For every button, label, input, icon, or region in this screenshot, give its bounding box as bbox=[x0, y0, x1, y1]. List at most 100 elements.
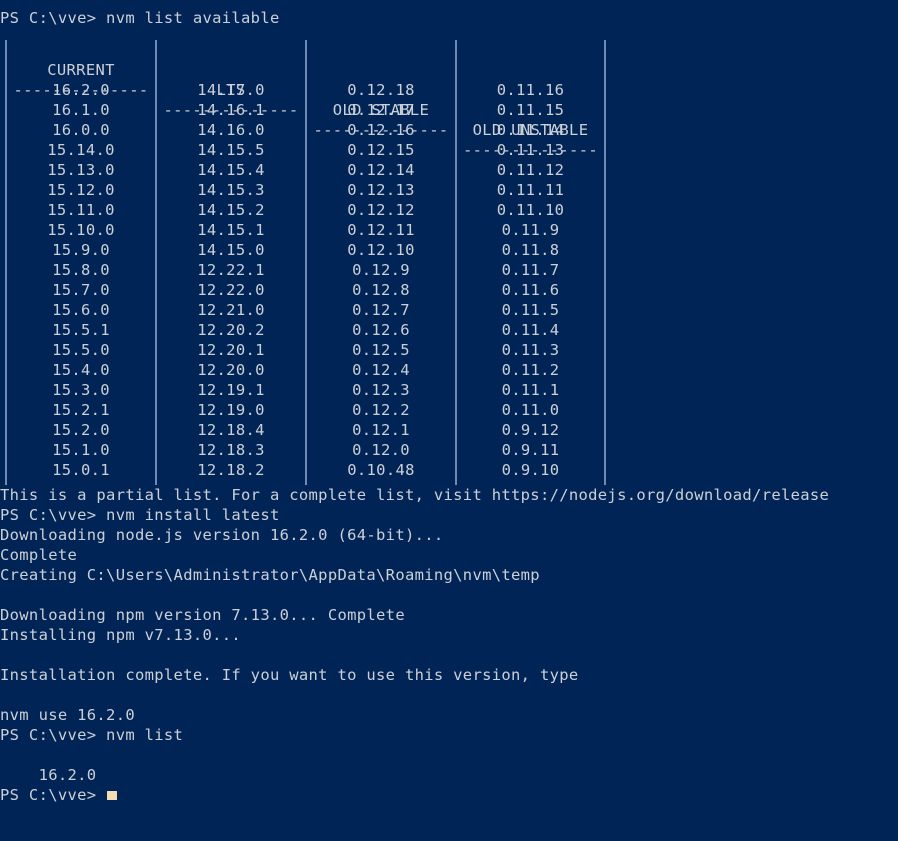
table-row: 16.0.0 14.16.0 0.12.16 0.11.14 bbox=[0, 120, 898, 140]
table-cell: 12.22.0 bbox=[197, 281, 265, 299]
table-cell: 14.15.2 bbox=[197, 201, 265, 219]
text-cursor bbox=[107, 791, 118, 800]
table-cell: 15.3.0 bbox=[52, 381, 110, 399]
table-cell: 12.22.1 bbox=[197, 261, 265, 279]
table-row: 15.2.1 12.19.0 0.12.2 0.11.0 bbox=[0, 400, 898, 420]
table-cell: 16.1.0 bbox=[52, 101, 110, 119]
table-cell: 12.19.1 bbox=[197, 381, 265, 399]
table-cell: 0.12.7 bbox=[352, 301, 410, 319]
table-row: 15.7.0 12.22.0 0.12.8 0.11.6 bbox=[0, 280, 898, 300]
table-cell: 0.12.8 bbox=[352, 281, 410, 299]
powershell-terminal[interactable]: PS C:\vve> nvm list available CURRENT LT… bbox=[0, 0, 898, 841]
table-row: 15.9.0 14.15.0 0.12.10 0.11.8 bbox=[0, 240, 898, 260]
table-row: 15.11.0 14.15.2 0.12.12 0.11.10 bbox=[0, 200, 898, 220]
table-cell: 0.9.12 bbox=[501, 421, 560, 439]
table-cell: 14.16.0 bbox=[197, 121, 265, 139]
table-cell: 0.12.1 bbox=[352, 421, 410, 439]
table-cell: 12.20.2 bbox=[197, 321, 265, 339]
table-cell: 15.13.0 bbox=[47, 161, 115, 179]
table-cell: 0.11.5 bbox=[501, 301, 560, 319]
table-cell: 0.12.12 bbox=[347, 201, 415, 219]
table-cell: 0.12.3 bbox=[352, 381, 410, 399]
table-cell: 0.9.10 bbox=[501, 461, 560, 479]
top-spacer bbox=[0, 0, 898, 8]
table-cell: 14.15.5 bbox=[197, 141, 265, 159]
table-cell: 15.6.0 bbox=[52, 301, 110, 319]
table-cell: 0.12.5 bbox=[352, 341, 410, 359]
table-row: 15.8.0 12.22.1 0.12.9 0.11.7 bbox=[0, 260, 898, 280]
downloading-node-line: Downloading node.js version 16.2.0 (64-b… bbox=[0, 526, 444, 544]
table-cell: 0.12.4 bbox=[352, 361, 410, 379]
table-cell: 0.11.7 bbox=[501, 261, 560, 279]
downloading-npm-line: Downloading npm version 7.13.0... Comple… bbox=[0, 606, 405, 624]
command-line-nvm-install: PS C:\vve> nvm install latest bbox=[0, 506, 280, 524]
table-cell: 0.11.14 bbox=[496, 121, 565, 139]
table-row: 15.5.0 12.20.1 0.12.5 0.11.3 bbox=[0, 340, 898, 360]
table-cell: 14.15.1 bbox=[197, 221, 265, 239]
table-cell: 0.11.1 bbox=[501, 381, 560, 399]
table-cell: 15.14.0 bbox=[47, 141, 115, 159]
table-cell: 12.18.4 bbox=[197, 421, 265, 439]
table-cell: 0.11.6 bbox=[501, 281, 560, 299]
table-cell: 14.15.0 bbox=[197, 241, 265, 259]
table-cell: 15.4.0 bbox=[52, 361, 110, 379]
table-cell: 0.12.9 bbox=[352, 261, 410, 279]
table-cell: 0.11.11 bbox=[496, 181, 565, 199]
table-header-row: CURRENT LTS OLD STABLE OLD UNSTABLE bbox=[0, 40, 898, 139]
table-cell: 15.11.0 bbox=[47, 201, 115, 219]
table-cell: 12.18.3 bbox=[197, 441, 265, 459]
table-cell: 0.12.2 bbox=[352, 401, 410, 419]
table-cell: 15.5.0 bbox=[52, 341, 110, 359]
table-cell: 0.11.13 bbox=[496, 141, 565, 159]
table-cell: 0.9.11 bbox=[501, 441, 560, 459]
table-row: 15.0.1 12.18.2 0.10.48 0.9.10 bbox=[0, 460, 898, 480]
table-row: 15.3.0 12.19.1 0.12.3 0.11.1 bbox=[0, 380, 898, 400]
table-row: 16.2.0 14.17.0 0.12.18 0.11.16 bbox=[0, 80, 898, 100]
table-row: 15.10.0 14.15.1 0.12.11 0.11.9 bbox=[0, 220, 898, 240]
table-cell: 12.18.2 bbox=[197, 461, 265, 479]
table-cell: 15.8.0 bbox=[52, 261, 110, 279]
complete-line: Complete bbox=[0, 546, 78, 564]
table-cell: 16.0.0 bbox=[52, 121, 110, 139]
table-cell: 0.12.0 bbox=[352, 441, 410, 459]
versions-table: CURRENT LTS OLD STABLE OLD UNSTABLE ----… bbox=[0, 40, 898, 485]
table-cell: 0.12.14 bbox=[347, 161, 415, 179]
table-cell: 15.10.0 bbox=[47, 221, 115, 239]
table-cell: 0.11.15 bbox=[496, 101, 565, 119]
final-prompt-text: PS C:\vve> bbox=[0, 786, 107, 804]
table-cell: 14.16.1 bbox=[197, 101, 265, 119]
table-cell: 12.20.1 bbox=[197, 341, 265, 359]
table-cell: 15.0.1 bbox=[52, 461, 110, 479]
table-row: 15.1.0 12.18.3 0.12.0 0.9.11 bbox=[0, 440, 898, 460]
table-cell: 14.15.3 bbox=[197, 181, 265, 199]
table-cell: 16.2.0 bbox=[52, 81, 110, 99]
table-cell: 15.1.0 bbox=[52, 441, 110, 459]
installing-npm-line: Installing npm v7.13.0... bbox=[0, 626, 242, 644]
table-cell: 0.11.9 bbox=[501, 221, 560, 239]
table-cell: 15.2.0 bbox=[52, 421, 110, 439]
nvm-use-hint-line: nvm use 16.2.0 bbox=[0, 706, 135, 724]
table-row: 15.4.0 12.20.0 0.12.4 0.11.2 bbox=[0, 360, 898, 380]
table-cell: 15.12.0 bbox=[47, 181, 115, 199]
command-line-nvm-list: PS C:\vve> nvm list bbox=[0, 726, 184, 744]
table-row: 15.5.1 12.20.2 0.12.6 0.11.4 bbox=[0, 320, 898, 340]
table-cell: 0.12.6 bbox=[352, 321, 410, 339]
partial-list-note: This is a partial list. For a complete l… bbox=[0, 486, 830, 504]
table-cell: 14.17.0 bbox=[197, 81, 265, 99]
creating-temp-line: Creating C:\Users\Administrator\AppData\… bbox=[0, 566, 540, 584]
table-row: 15.12.0 14.15.3 0.12.13 0.11.11 bbox=[0, 180, 898, 200]
table-cell: 0.11.10 bbox=[496, 201, 565, 219]
table-row: 15.13.0 14.15.4 0.12.14 0.11.12 bbox=[0, 160, 898, 180]
table-cell: 15.2.1 bbox=[52, 401, 110, 419]
table-cell: 0.11.12 bbox=[496, 161, 565, 179]
table-cell: 15.9.0 bbox=[52, 241, 110, 259]
table-cell: 0.12.13 bbox=[347, 181, 415, 199]
final-prompt-line: PS C:\vve> bbox=[0, 785, 898, 805]
table-cell: 15.7.0 bbox=[52, 281, 110, 299]
table-cell: 0.11.4 bbox=[501, 321, 560, 339]
table-cell: 0.12.11 bbox=[347, 221, 415, 239]
table-cell: 0.10.48 bbox=[347, 461, 415, 479]
table-cell: 12.21.0 bbox=[197, 301, 265, 319]
